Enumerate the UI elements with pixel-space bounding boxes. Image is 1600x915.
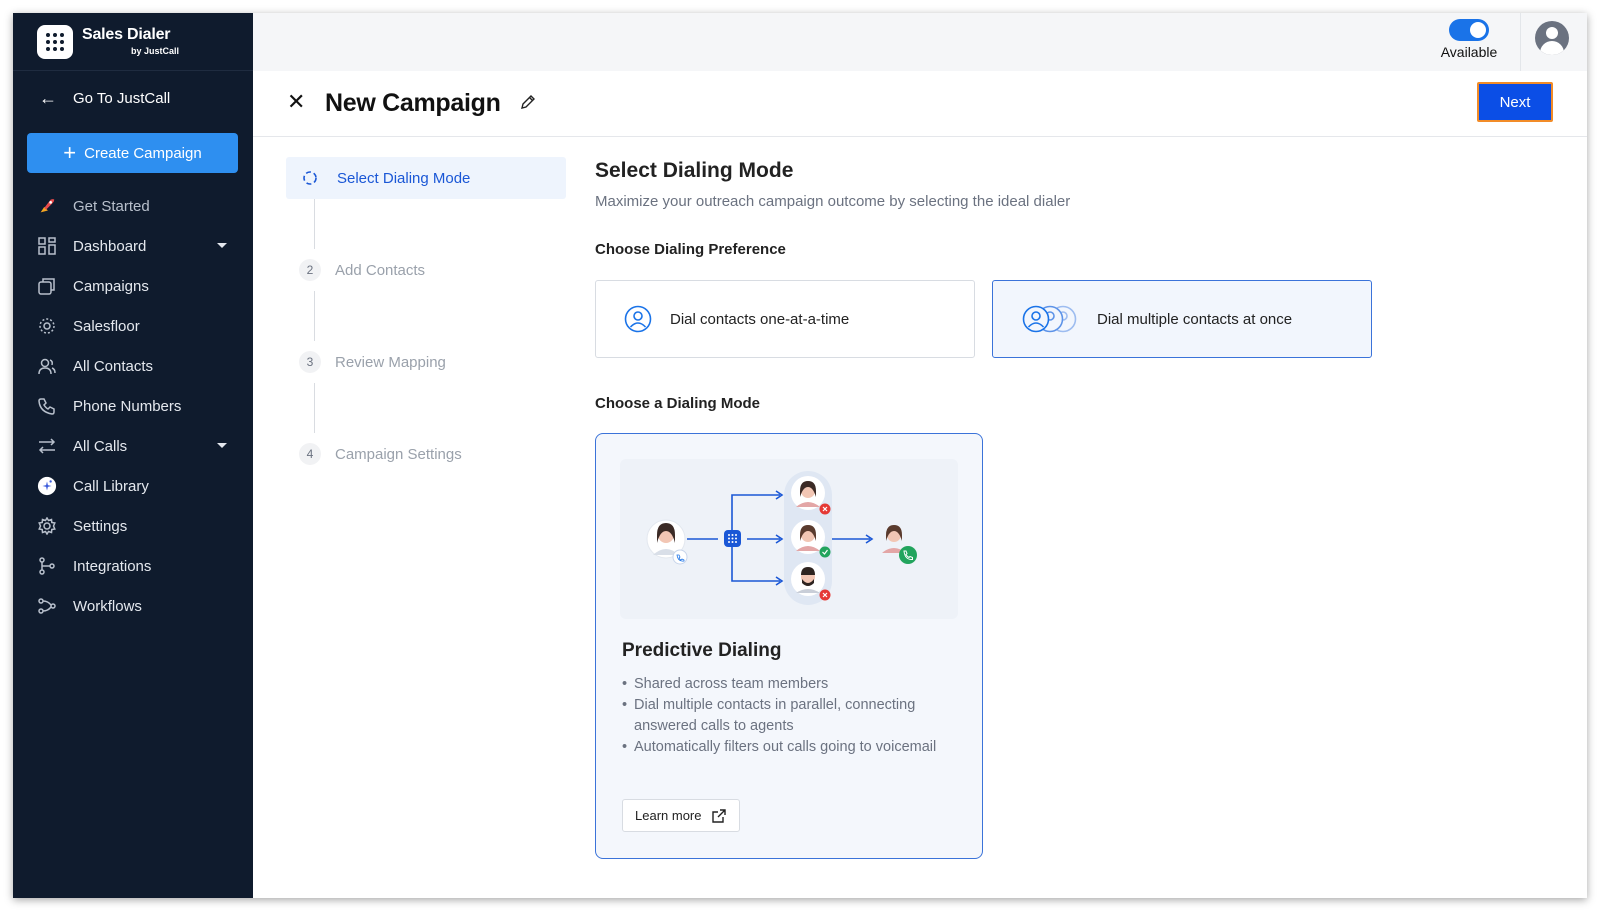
mode-title: Predictive Dialing xyxy=(622,640,782,661)
sidebar-item-call-library[interactable]: Call Library xyxy=(13,466,253,506)
step-connector xyxy=(314,199,315,249)
plus-icon: + xyxy=(63,140,77,165)
section-subtitle: Maximize your outreach campaign outcome … xyxy=(595,193,1071,210)
main-content: Select Dialing Mode Maximize your outrea… xyxy=(595,159,1372,859)
sidebar-item-label: Dashboard xyxy=(73,237,147,255)
learn-more-label: Learn more xyxy=(635,808,702,823)
go-to-justcall-label: Go To JustCall xyxy=(73,89,171,107)
list-item: Dial multiple contacts in parallel, conn… xyxy=(622,695,962,737)
sidebar-item-settings[interactable]: Settings xyxy=(13,506,253,546)
dashboard-icon xyxy=(37,236,57,256)
step-connector xyxy=(314,291,315,341)
sidebar-item-phone-numbers[interactable]: Phone Numbers xyxy=(13,386,253,426)
availability-toggle[interactable]: Available xyxy=(1437,19,1501,60)
sidebar-nav: Get Started Dashboard Campaigns Salesflo… xyxy=(13,186,253,626)
single-user-icon xyxy=(624,305,652,333)
step-number: 4 xyxy=(299,443,321,465)
campaign-stepper: Select Dialing Mode 2 Add Contacts 3 Rev… xyxy=(286,157,566,475)
avatar[interactable] xyxy=(1535,21,1569,55)
divider xyxy=(1520,13,1521,71)
campaigns-icon xyxy=(37,276,57,296)
step-campaign-settings[interactable]: 4 Campaign Settings xyxy=(286,433,566,475)
sidebar-item-campaigns[interactable]: Campaigns xyxy=(13,266,253,306)
sidebar-item-label: Campaigns xyxy=(73,277,149,295)
toggle-switch[interactable] xyxy=(1449,19,1489,41)
create-campaign-button[interactable]: + Create Campaign xyxy=(27,133,238,173)
next-button[interactable]: Next xyxy=(1477,82,1553,122)
sidebar-item-all-contacts[interactable]: All Contacts xyxy=(13,346,253,386)
list-item: Shared across team members xyxy=(622,674,962,695)
create-campaign-label: Create Campaign xyxy=(84,144,202,162)
external-link-icon xyxy=(712,808,727,823)
preference-multiple-at-once[interactable]: Dial multiple contacts at once xyxy=(992,280,1372,358)
step-number: 2 xyxy=(299,259,321,281)
page-title: New Campaign xyxy=(325,89,501,117)
in-progress-icon xyxy=(303,171,317,185)
preference-label: Dial contacts one-at-a-time xyxy=(670,310,850,328)
arrow-left-icon: ← xyxy=(39,87,57,108)
mode-features-list: Shared across team members Dial multiple… xyxy=(622,674,962,758)
close-icon[interactable]: ✕ xyxy=(287,89,305,115)
step-number: 3 xyxy=(299,351,321,373)
availability-label: Available xyxy=(1440,44,1498,60)
sidebar-item-label: All Calls xyxy=(73,437,128,455)
sidebar: Sales Dialer by JustCall ← Go To JustCal… xyxy=(13,13,253,898)
sidebar-item-get-started[interactable]: Get Started xyxy=(13,186,253,226)
step-label: Campaign Settings xyxy=(335,445,462,463)
predictive-dialing-illustration xyxy=(620,459,958,619)
workflows-icon xyxy=(37,596,57,616)
dialpad-logo-icon xyxy=(37,24,73,59)
sidebar-item-salesfloor[interactable]: Salesfloor xyxy=(13,306,253,346)
sidebar-item-workflows[interactable]: Workflows xyxy=(13,586,253,626)
call-library-icon xyxy=(37,476,57,496)
sidebar-item-label: Salesfloor xyxy=(73,317,140,335)
go-to-justcall-link[interactable]: ← Go To JustCall xyxy=(13,71,253,125)
edit-pencil-icon[interactable] xyxy=(519,93,537,116)
calls-icon xyxy=(37,436,57,456)
step-connector xyxy=(314,383,315,433)
sidebar-item-label: Get Started xyxy=(73,197,150,215)
section-title: Select Dialing Mode xyxy=(595,159,794,182)
multiple-users-icon xyxy=(1021,304,1079,334)
sidebar-item-label: Integrations xyxy=(73,557,152,575)
sidebar-item-integrations[interactable]: Integrations xyxy=(13,546,253,586)
preference-heading: Choose Dialing Preference xyxy=(595,241,786,258)
phone-icon xyxy=(37,396,57,416)
sidebar-item-label: All Contacts xyxy=(73,357,154,375)
brand[interactable]: Sales Dialer by JustCall xyxy=(13,13,253,71)
step-review-mapping[interactable]: 3 Review Mapping xyxy=(286,341,566,383)
sidebar-item-label: Settings xyxy=(73,517,128,535)
sidebar-item-all-calls[interactable]: All Calls xyxy=(13,426,253,466)
app-window: Sales Dialer by JustCall ← Go To JustCal… xyxy=(13,13,1587,898)
top-bar: Available xyxy=(253,13,1587,71)
preference-options: Dial contacts one-at-a-time Dial multipl… xyxy=(595,280,1372,358)
sidebar-item-label: Workflows xyxy=(73,597,142,615)
sidebar-item-label: Phone Numbers xyxy=(73,397,182,415)
chevron-down-icon[interactable] xyxy=(217,443,227,448)
sidebar-item-dashboard[interactable]: Dashboard xyxy=(13,226,253,266)
mode-heading: Choose a Dialing Mode xyxy=(595,395,761,412)
preference-label: Dial multiple contacts at once xyxy=(1097,310,1293,328)
brand-subtitle: by JustCall xyxy=(131,46,180,56)
rocket-icon xyxy=(37,196,57,216)
brand-title: Sales Dialer xyxy=(82,26,171,43)
gear-icon xyxy=(37,516,57,536)
list-item: Automatically filters out calls going to… xyxy=(622,737,962,758)
step-label: Add Contacts xyxy=(335,261,426,279)
step-select-dialing-mode[interactable]: Select Dialing Mode xyxy=(286,157,566,199)
preference-one-at-a-time[interactable]: Dial contacts one-at-a-time xyxy=(595,280,975,358)
step-label: Review Mapping xyxy=(335,353,446,371)
step-label: Select Dialing Mode xyxy=(337,169,471,187)
learn-more-button[interactable]: Learn more xyxy=(622,799,741,832)
contacts-icon xyxy=(37,356,57,376)
step-add-contacts[interactable]: 2 Add Contacts xyxy=(286,249,566,291)
sidebar-item-label: Call Library xyxy=(73,477,149,495)
salesfloor-icon xyxy=(37,316,57,336)
predictive-dialing-card[interactable]: Predictive Dialing Shared across team me… xyxy=(595,433,983,859)
chevron-down-icon[interactable] xyxy=(217,243,227,248)
integrations-icon xyxy=(37,556,57,576)
campaign-header: ✕ New Campaign Next xyxy=(253,71,1587,137)
